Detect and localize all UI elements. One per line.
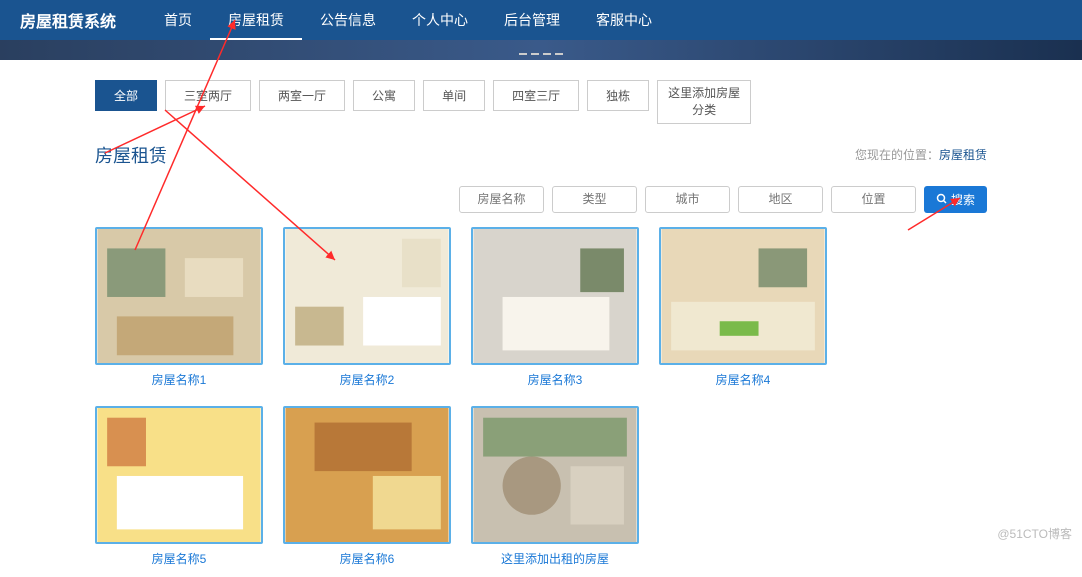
breadcrumb-current[interactable]: 房屋租赁 (939, 148, 987, 162)
nav-profile[interactable]: 个人中心 (394, 0, 486, 40)
listing-thumb (659, 227, 827, 365)
category-3b2l[interactable]: 三室两厅 (165, 80, 251, 111)
listing-thumb (471, 406, 639, 544)
search-icon (936, 193, 948, 205)
nav-rental[interactable]: 房屋租赁 (210, 0, 302, 40)
filter-type[interactable] (552, 186, 637, 213)
listing-title: 房屋名称3 (471, 371, 639, 388)
category-4b3l[interactable]: 四室三厅 (493, 80, 579, 111)
nav-admin[interactable]: 后台管理 (486, 0, 578, 40)
listing-title: 这里添加出租的房屋 (471, 550, 639, 567)
filter-name[interactable] (459, 186, 544, 213)
category-apartment[interactable]: 公寓 (353, 80, 415, 111)
breadcrumb-prefix: 您现在的位置： (855, 148, 939, 162)
breadcrumb: 您现在的位置：房屋租赁 (855, 146, 987, 163)
category-detached[interactable]: 独栋 (587, 80, 649, 111)
listing-thumb (95, 406, 263, 544)
listing-grid: 房屋名称1 房屋名称2 房屋名称3 房屋名称4 房屋名称5 房屋名称6 这里添加… (95, 227, 987, 567)
listing-card[interactable]: 房屋名称3 (471, 227, 639, 388)
listing-title: 房屋名称6 (283, 550, 451, 567)
search-button[interactable]: 搜索 (924, 186, 987, 213)
filter-city[interactable] (645, 186, 730, 213)
main-content: 全部 三室两厅 两室一厅 公寓 单间 四室三厅 独栋 这里添加房屋 分类 房屋租… (0, 60, 1082, 577)
hero-banner (0, 40, 1082, 60)
category-add-placeholder[interactable]: 这里添加房屋 分类 (657, 80, 751, 124)
watermark: @51CTO博客 (997, 525, 1072, 542)
listing-title: 房屋名称5 (95, 550, 263, 567)
category-single[interactable]: 单间 (423, 80, 485, 111)
listing-card[interactable]: 房屋名称5 (95, 406, 263, 567)
listing-card[interactable]: 房屋名称2 (283, 227, 451, 388)
title-row: 房屋租赁 您现在的位置：房屋租赁 (95, 142, 987, 168)
listing-thumb (95, 227, 263, 365)
listing-thumb (283, 406, 451, 544)
category-2b1l[interactable]: 两室一厅 (259, 80, 345, 111)
nav-support[interactable]: 客服中心 (578, 0, 670, 40)
brand-title: 房屋租赁系统 (20, 8, 116, 32)
carousel-dots[interactable] (519, 53, 563, 55)
category-filter-row: 全部 三室两厅 两室一厅 公寓 单间 四室三厅 独栋 这里添加房屋 分类 (95, 80, 987, 124)
listing-thumb (283, 227, 451, 365)
top-nav: 房屋租赁系统 首页 房屋租赁 公告信息 个人中心 后台管理 客服中心 (0, 0, 1082, 40)
filter-district[interactable] (738, 186, 823, 213)
nav-notice[interactable]: 公告信息 (302, 0, 394, 40)
page-title: 房屋租赁 (95, 142, 167, 168)
search-label: 搜索 (951, 191, 975, 208)
listing-card[interactable]: 房屋名称1 (95, 227, 263, 388)
filter-row: 搜索 (95, 186, 987, 213)
listing-thumb (471, 227, 639, 365)
filter-location[interactable] (831, 186, 916, 213)
nav-items: 首页 房屋租赁 公告信息 个人中心 后台管理 客服中心 (146, 0, 670, 40)
listing-title: 房屋名称1 (95, 371, 263, 388)
listing-card[interactable]: 房屋名称4 (659, 227, 827, 388)
listing-title: 房屋名称4 (659, 371, 827, 388)
nav-home[interactable]: 首页 (146, 0, 210, 40)
listing-title: 房屋名称2 (283, 371, 451, 388)
listing-card[interactable]: 房屋名称6 (283, 406, 451, 567)
category-all[interactable]: 全部 (95, 80, 157, 111)
listing-card[interactable]: 这里添加出租的房屋 (471, 406, 639, 567)
